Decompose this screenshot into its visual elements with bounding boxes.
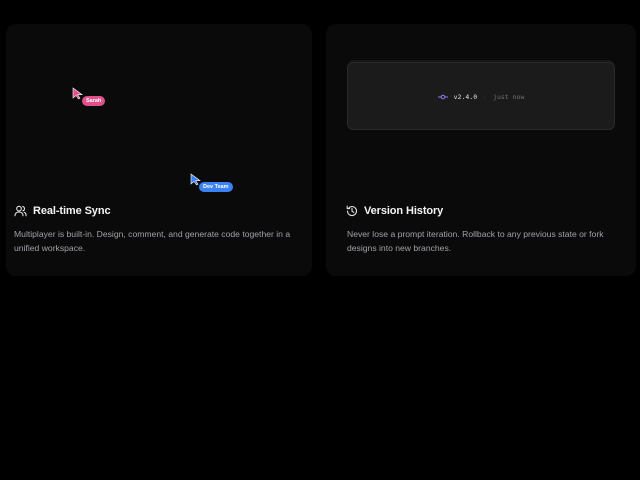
version-preview: v2.4.0 · just now: [347, 62, 615, 130]
collaborator-cursor-dev-team: Dev Team: [190, 173, 233, 192]
users-icon: [14, 205, 27, 217]
features-section: Sarah Dev Team Real-time Sync Multiplaye…: [0, 0, 640, 480]
collaborator-cursor-sarah: Sarah: [72, 87, 106, 106]
card-heading: Real-time Sync: [14, 205, 111, 217]
card-heading: Version History: [346, 205, 443, 217]
card-title: Version History: [364, 205, 444, 217]
version-tag: v2.4.0: [453, 93, 478, 101]
git-commit-icon: [437, 94, 448, 100]
cursor-label-sarah: Sarah: [82, 96, 106, 106]
version-timestamp: just now: [493, 93, 525, 101]
card-title: Real-time Sync: [33, 205, 111, 217]
separator: ·: [483, 93, 488, 101]
cursor-label-dev-team: Dev Team: [199, 182, 233, 192]
history-icon: [346, 205, 358, 217]
feature-card-version-history: v2.4.0 · just now Version History Never …: [326, 24, 636, 276]
card-description: Multiplayer is built-in. Design, comment…: [14, 229, 291, 253]
card-description: Never lose a prompt iteration. Rollback …: [347, 229, 604, 253]
version-entry: v2.4.0 · just now: [348, 93, 614, 101]
feature-card-realtime-sync: Sarah Dev Team Real-time Sync Multiplaye…: [6, 24, 312, 276]
